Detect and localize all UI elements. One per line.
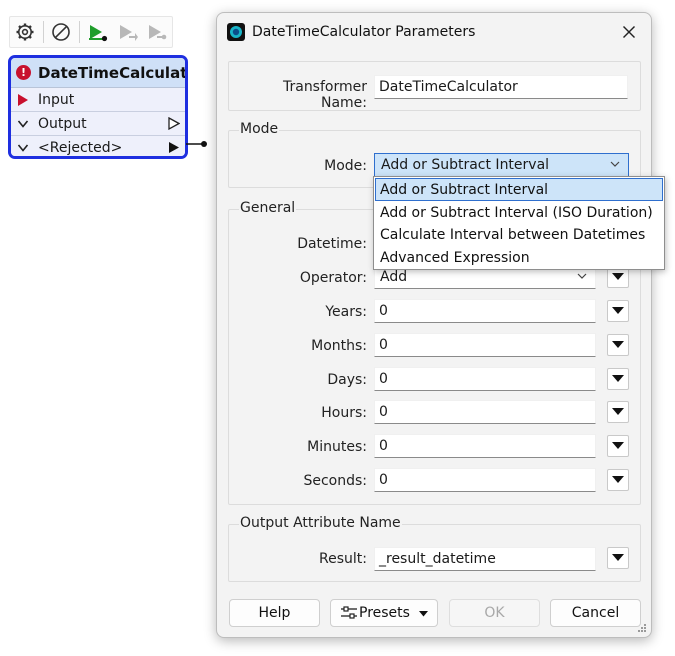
parameters-dialog: DateTimeCalculator Parameters Transforme… — [216, 12, 652, 638]
hours-menu-button[interactable] — [607, 401, 629, 423]
toolbar-separator — [42, 21, 44, 43]
chevron-down-icon — [612, 341, 624, 348]
transformer-node[interactable]: ! DateTimeCalculator Input Output <Rejec… — [8, 55, 188, 159]
port-label: Input — [38, 91, 75, 108]
chevron-down-icon — [612, 476, 624, 483]
chevron-down-icon[interactable] — [17, 119, 33, 129]
chevron-down-icon — [612, 442, 624, 449]
input-port-icon — [17, 93, 33, 106]
transformer-name-input[interactable]: DateTimeCalculator — [374, 75, 628, 99]
years-input[interactable]: 0 — [374, 299, 596, 323]
toolbar-separator — [79, 21, 81, 43]
resize-grip-icon[interactable] — [637, 623, 647, 633]
transformer-name-label: Transformer Name: — [282, 79, 367, 111]
output-attribute-group-label: Output Attribute Name — [239, 515, 402, 531]
seconds-label: Seconds: — [303, 473, 367, 489]
chevron-down-icon — [419, 611, 428, 617]
seconds-input[interactable]: 0 — [374, 468, 596, 492]
app-icon — [227, 23, 245, 41]
mode-select[interactable]: Add or Subtract Interval — [374, 153, 629, 177]
presets-icon — [341, 606, 357, 619]
presets-button[interactable]: Presets — [330, 599, 438, 627]
run-to-icon — [142, 17, 172, 47]
chevron-down-icon — [609, 158, 621, 174]
chevron-down-icon[interactable] — [17, 143, 33, 153]
years-menu-button[interactable] — [607, 300, 629, 322]
chevron-down-icon — [612, 375, 624, 382]
node-title-bar[interactable]: ! DateTimeCalculator — [11, 58, 185, 88]
hours-label: Hours: — [321, 405, 367, 421]
chevron-down-icon — [612, 307, 624, 314]
months-menu-button[interactable] — [607, 334, 629, 356]
operator-label: Operator: — [299, 270, 367, 286]
minutes-input[interactable]: 0 — [374, 434, 596, 458]
days-label: Days: — [327, 372, 367, 388]
mode-option[interactable]: Calculate Interval between Datetimes — [375, 223, 663, 246]
run-from-icon — [113, 17, 143, 47]
result-input[interactable]: _result_datetime — [374, 547, 596, 571]
result-label: Result: — [319, 551, 367, 567]
minutes-menu-button[interactable] — [607, 435, 629, 457]
help-button[interactable]: Help — [229, 599, 320, 627]
mode-option[interactable]: Add or Subtract Interval — [375, 178, 663, 201]
canvas-toolbar — [9, 16, 173, 48]
mode-group-label: Mode — [239, 121, 280, 137]
result-menu-button[interactable] — [607, 547, 629, 569]
minutes-label: Minutes: — [307, 439, 367, 455]
operator-select-value: Add — [380, 269, 408, 285]
cancel-button[interactable]: Cancel — [550, 599, 641, 627]
months-label: Months: — [311, 338, 367, 354]
general-group-label: General — [239, 200, 297, 216]
mode-option[interactable]: Advanced Expression — [375, 246, 663, 269]
input-port[interactable]: Input — [11, 88, 185, 112]
ok-button[interactable]: OK — [449, 599, 540, 627]
output-port[interactable]: Output — [11, 112, 185, 136]
years-label: Years: — [325, 304, 367, 320]
port-label: Output — [38, 115, 87, 132]
gear-icon[interactable] — [10, 17, 40, 47]
disable-icon[interactable] — [47, 17, 77, 47]
days-input[interactable]: 0 — [374, 367, 596, 391]
output-port-icon — [168, 116, 181, 134]
dialog-titlebar[interactable]: DateTimeCalculator Parameters — [217, 13, 651, 53]
mode-label: Mode: — [324, 158, 367, 174]
datetime-label: Datetime: — [297, 236, 367, 252]
port-label: <Rejected> — [38, 140, 123, 156]
chevron-down-icon — [612, 408, 624, 415]
mode-dropdown-list: Add or Subtract Interval Add or Subtract… — [373, 176, 665, 270]
rejected-port-icon — [168, 141, 180, 156]
mode-option[interactable]: Add or Subtract Interval (ISO Duration) — [375, 201, 663, 224]
chevron-down-icon — [612, 273, 624, 280]
rejected-port[interactable]: <Rejected> — [11, 136, 185, 156]
dialog-title: DateTimeCalculator Parameters — [252, 24, 476, 40]
chevron-down-icon — [612, 554, 624, 561]
rejected-connection-line — [186, 141, 207, 147]
error-icon: ! — [16, 65, 31, 80]
mode-select-value: Add or Subtract Interval — [381, 157, 550, 173]
days-menu-button[interactable] — [607, 368, 629, 390]
close-icon[interactable] — [619, 21, 639, 43]
hours-input[interactable]: 0 — [374, 400, 596, 424]
seconds-menu-button[interactable] — [607, 469, 629, 491]
run-icon[interactable] — [83, 17, 113, 47]
chevron-down-icon — [576, 270, 588, 286]
presets-label: Presets — [359, 605, 410, 621]
months-input[interactable]: 0 — [374, 333, 596, 357]
node-title: DateTimeCalculator — [38, 63, 188, 82]
